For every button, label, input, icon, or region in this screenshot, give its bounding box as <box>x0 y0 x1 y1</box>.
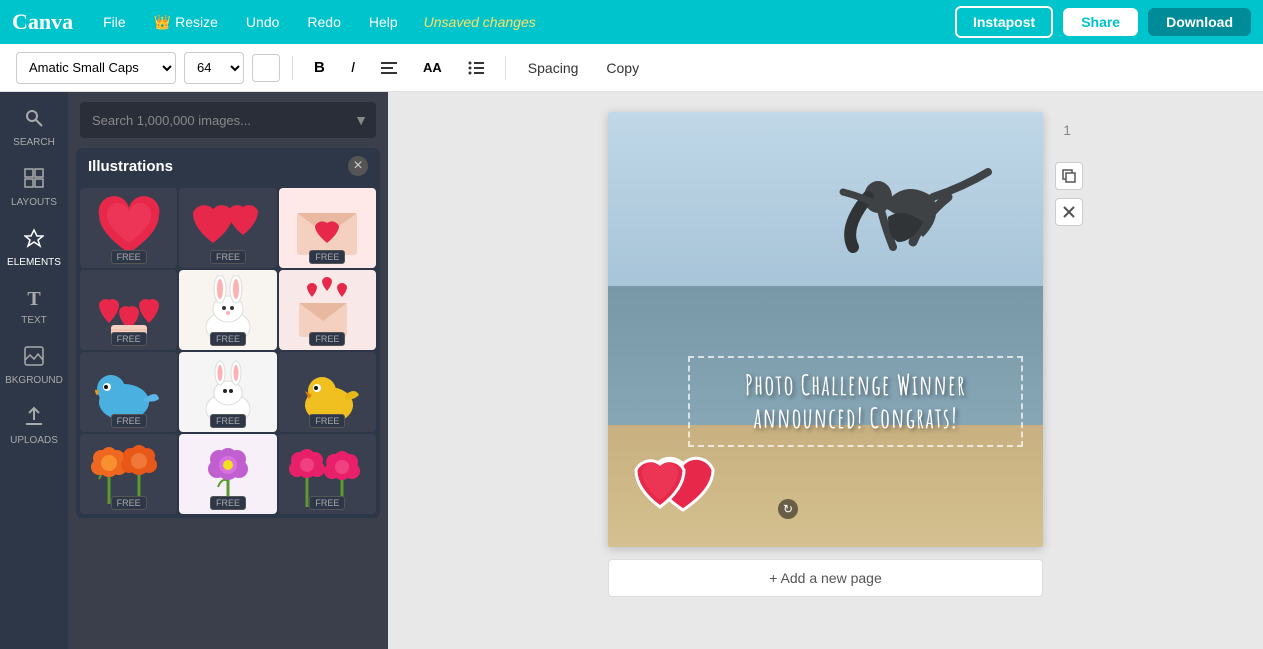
resize-menu[interactable]: 👑 Resize <box>148 10 224 35</box>
canvas-right-tools <box>1055 162 1083 226</box>
case-button[interactable]: AA <box>414 52 451 84</box>
sidebar-item-background[interactable]: BKGROUND <box>0 338 68 394</box>
illustration-item[interactable]: FREE <box>179 270 276 350</box>
list-button[interactable] <box>459 52 493 84</box>
illustration-item[interactable]: FREE <box>80 270 177 350</box>
canvas-wrapper: 1 <box>608 112 1043 597</box>
sidebar-search-label: SEARCH <box>13 137 55 148</box>
illustration-item[interactable]: FREE <box>279 188 376 268</box>
canvas-text-line2: announced! Congrats! <box>705 401 1006 435</box>
canvas-area: 1 <box>388 92 1263 649</box>
free-badge: FREE <box>111 414 147 428</box>
search-dropdown-icon[interactable]: ▼ <box>354 112 368 128</box>
list-icon <box>468 61 484 75</box>
instapost-button[interactable]: Instapost <box>955 6 1053 38</box>
toolbar-divider-1 <box>292 56 293 80</box>
free-badge: FREE <box>309 496 345 510</box>
font-family-select[interactable]: Amatic Small Caps <box>16 52 176 84</box>
crown-icon: 👑 <box>154 14 171 31</box>
layouts-icon <box>24 168 44 193</box>
free-badge: FREE <box>111 332 147 346</box>
illustration-item[interactable]: FREE <box>179 188 276 268</box>
free-badge: FREE <box>210 250 246 264</box>
illustration-item[interactable]: FREE <box>80 434 177 514</box>
bold-button[interactable]: B <box>305 52 334 84</box>
rotate-handle[interactable]: ↻ <box>778 499 798 519</box>
canvas-text-line1: Photo Challenge Winner <box>705 368 1006 402</box>
sidebar-uploads-label: UPLOADS <box>10 435 58 446</box>
free-badge: FREE <box>210 414 246 428</box>
sidebar-elements-label: ELEMENTS <box>7 257 61 268</box>
text-icon: T <box>27 288 40 311</box>
canva-logo[interactable]: Canva <box>12 9 73 35</box>
free-badge: FREE <box>309 414 345 428</box>
copy-canvas-button[interactable] <box>1055 162 1083 190</box>
help-menu[interactable]: Help <box>363 10 404 34</box>
add-page-button[interactable]: + Add a new page <box>608 559 1043 597</box>
sidebar-item-text[interactable]: T TEXT <box>0 280 68 334</box>
free-badge: FREE <box>111 250 147 264</box>
sidebar-background-label: BKGROUND <box>5 375 63 386</box>
sidebar-item-uploads[interactable]: UPLOADS <box>0 398 68 454</box>
illustration-item[interactable]: FREE <box>179 352 276 432</box>
unsaved-changes-label: Unsaved changes <box>424 14 536 30</box>
free-badge: FREE <box>111 496 147 510</box>
illustrations-grid: FREE FREE FREE <box>76 184 380 518</box>
elements-panel: ▼ <box>68 92 388 649</box>
search-icon <box>24 108 44 133</box>
illustrations-close-button[interactable]: × <box>348 156 368 176</box>
free-badge: FREE <box>309 250 345 264</box>
toolbar-divider-2 <box>505 56 506 80</box>
dancer-silhouette <box>803 127 1013 357</box>
align-icon <box>381 61 397 75</box>
search-area: ▼ <box>68 92 388 148</box>
formatting-toolbar: Amatic Small Caps 64 B I AA Spacing Copy <box>0 44 1263 92</box>
sidebar-layouts-label: LAYOUTS <box>11 197 57 208</box>
copy-button[interactable]: Copy <box>596 56 649 80</box>
font-size-select[interactable]: 64 <box>184 52 244 84</box>
free-badge: FREE <box>210 496 246 510</box>
spacing-button[interactable]: Spacing <box>518 56 589 80</box>
italic-button[interactable]: I <box>342 52 364 84</box>
illustration-item[interactable]: FREE <box>80 188 177 268</box>
illustration-item[interactable]: FREE <box>179 434 276 514</box>
download-button[interactable]: Download <box>1148 8 1251 36</box>
illustration-item[interactable]: FREE <box>279 434 376 514</box>
illustrations-header: Illustrations × <box>76 148 380 184</box>
font-color-picker[interactable] <box>252 54 280 82</box>
illustration-item[interactable]: FREE <box>80 352 177 432</box>
uploads-icon <box>24 406 44 431</box>
canvas[interactable]: Photo Challenge Winner announced! Congra… <box>608 112 1043 547</box>
background-icon <box>24 346 44 371</box>
nav-right-actions: Instapost Share Download <box>955 6 1251 38</box>
heart-sticker[interactable] <box>628 442 718 517</box>
sidebar-text-label: TEXT <box>21 315 47 326</box>
free-badge: FREE <box>309 332 345 346</box>
top-navigation: Canva File 👑 Resize Undo Redo Help Unsav… <box>0 0 1263 44</box>
undo-button[interactable]: Undo <box>240 10 285 34</box>
sidebar-item-search[interactable]: SEARCH <box>0 100 68 156</box>
elements-icon <box>24 228 44 253</box>
main-content: SEARCH LAYOUTS ELEMENTS T TEXT BKGROUND <box>0 92 1263 649</box>
canvas-text-overlay[interactable]: Photo Challenge Winner announced! Congra… <box>688 356 1023 447</box>
align-button[interactable] <box>372 52 406 84</box>
sidebar-item-layouts[interactable]: LAYOUTS <box>0 160 68 216</box>
page-number: 1 <box>1063 122 1071 138</box>
illustration-item[interactable]: FREE <box>279 270 376 350</box>
illustrations-panel: Illustrations × FREE <box>76 148 380 518</box>
redo-button[interactable]: Redo <box>301 10 346 34</box>
search-container: ▼ <box>80 102 376 138</box>
free-badge: FREE <box>210 332 246 346</box>
sidebar-item-elements[interactable]: ELEMENTS <box>0 220 68 276</box>
search-input[interactable] <box>80 102 376 138</box>
share-button[interactable]: Share <box>1063 8 1138 36</box>
illustration-item[interactable]: FREE <box>279 352 376 432</box>
illustrations-title: Illustrations <box>88 158 173 175</box>
left-sidebar: SEARCH LAYOUTS ELEMENTS T TEXT BKGROUND <box>0 92 68 649</box>
delete-canvas-button[interactable] <box>1055 198 1083 226</box>
file-menu[interactable]: File <box>97 10 132 34</box>
